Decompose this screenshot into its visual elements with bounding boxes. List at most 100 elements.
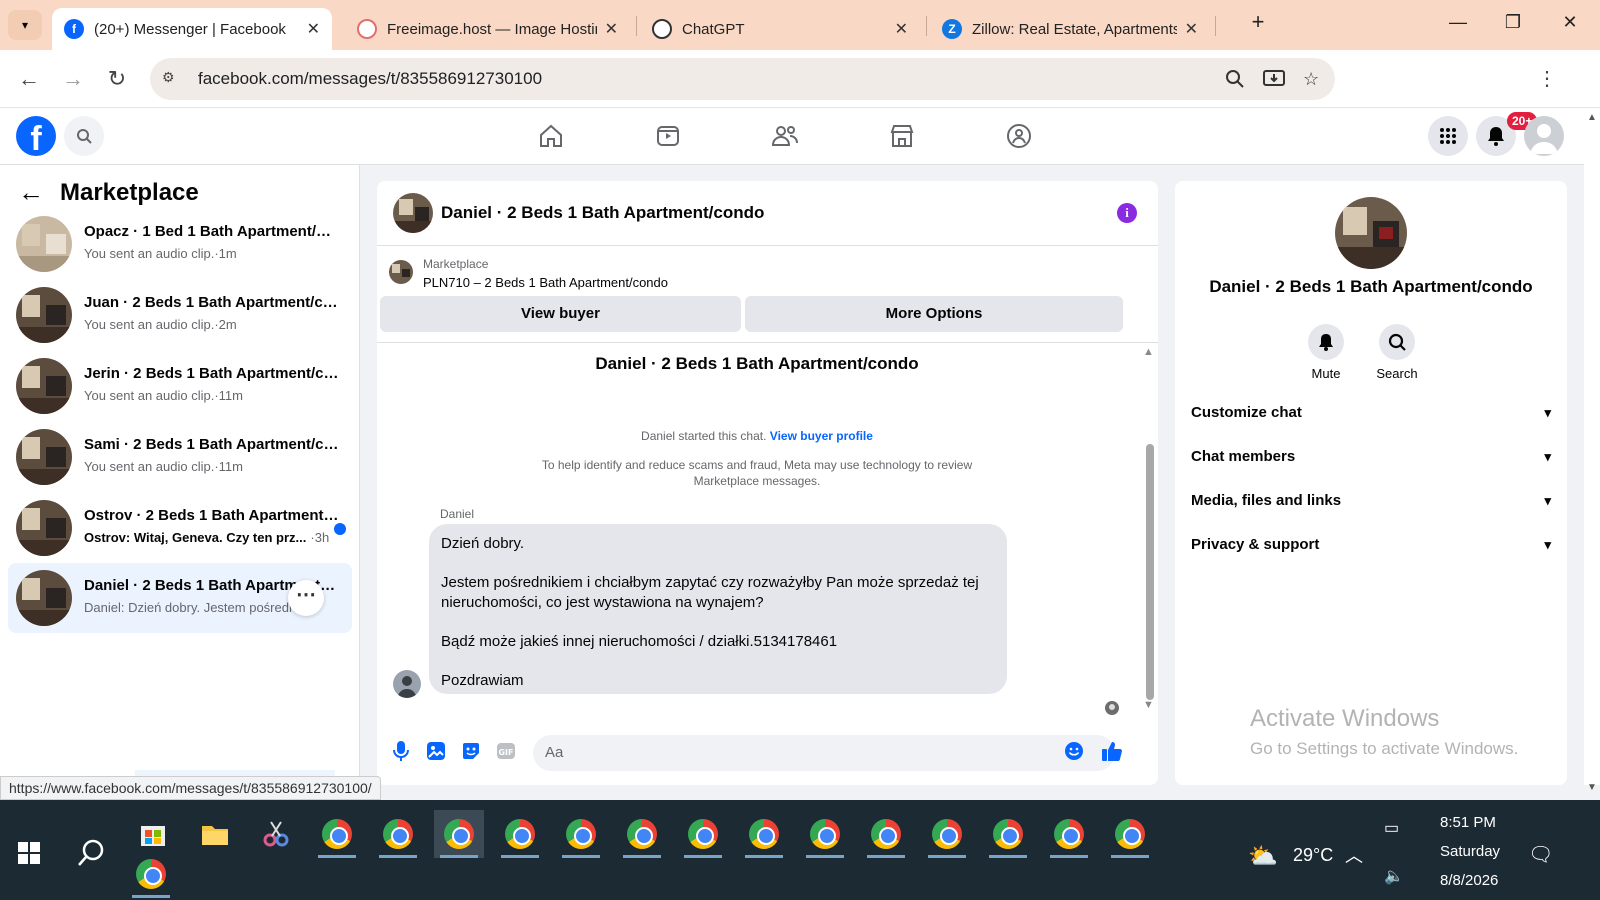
thumbs-up-icon[interactable] — [1100, 739, 1124, 763]
taskbar-search-icon[interactable] — [76, 838, 106, 868]
search-action[interactable]: Search — [1367, 324, 1427, 381]
tab-search-menu-button[interactable]: ▾ — [8, 10, 42, 40]
taskbar-chrome-window[interactable] — [922, 810, 972, 858]
view-buyer-profile-link[interactable]: View buyer profile — [770, 429, 873, 443]
install-app-icon[interactable] — [1263, 69, 1285, 94]
nav-video[interactable] — [648, 118, 688, 154]
tab-freeimage[interactable]: Freeimage.host — Image Hostin ✕ — [345, 8, 630, 50]
nav-marketplace[interactable] — [882, 118, 922, 154]
conversation-item[interactable]: Ostrov · 2 Beds 1 Bath Apartment/condo Os… — [8, 493, 352, 563]
scroll-up-icon[interactable]: ▲ — [1143, 346, 1154, 358]
close-tab-icon[interactable]: ✕ — [605, 19, 618, 39]
tab-messenger[interactable]: f (20+) Messenger | Facebook ✕ — [52, 8, 332, 50]
clock-time[interactable]: 8:51 PM — [1440, 814, 1496, 831]
media-files-links-section[interactable]: Media, files and links ▾ — [1191, 486, 1551, 516]
address-bar[interactable]: ⚙ facebook.com/messages/t/83558691273010… — [150, 58, 1335, 100]
taskbar-chrome-window[interactable] — [617, 810, 667, 858]
conversation-item[interactable]: Juan · 2 Beds 1 Bath Apartment/condo You … — [8, 280, 352, 350]
browser-menu-icon[interactable]: ⋮ — [1532, 64, 1562, 94]
chevron-up-icon[interactable]: ︿ — [1345, 842, 1363, 868]
message-bubble[interactable]: Dzień dobry. Jestem pośrednikiem i chcia… — [429, 524, 1007, 694]
scroll-up-icon[interactable]: ▲ — [1587, 112, 1597, 123]
notification-center-icon[interactable]: 🗨 — [1528, 842, 1553, 867]
customize-chat-section[interactable]: Customize chat ▾ — [1191, 398, 1551, 428]
info-icon[interactable]: i — [1117, 203, 1137, 223]
listing-title[interactable]: PLN710 – 2 Beds 1 Bath Apartment/condo — [423, 275, 668, 290]
site-info-icon[interactable]: ⚙ — [162, 69, 182, 89]
close-tab-icon[interactable]: ✕ — [307, 19, 320, 39]
facebook-search-button[interactable] — [64, 116, 104, 156]
taskbar-chrome-window[interactable] — [373, 810, 423, 858]
taskbar-chrome-window[interactable] — [678, 810, 728, 858]
view-buyer-button[interactable]: View buyer — [380, 296, 741, 332]
volume-icon[interactable]: 🔈 — [1384, 866, 1404, 886]
battery-icon[interactable]: ▭ — [1384, 818, 1399, 838]
close-window-icon[interactable]: ✕ — [1555, 12, 1585, 33]
taskbar-chrome-window[interactable] — [434, 810, 484, 858]
close-tab-icon[interactable]: ✕ — [895, 19, 908, 39]
more-options-icon[interactable]: ⋯ — [288, 580, 324, 616]
scroll-down-icon[interactable]: ▼ — [1143, 699, 1154, 711]
restore-window-icon[interactable]: ❐ — [1498, 12, 1528, 33]
conversation-item[interactable]: Sami · 2 Beds 1 Bath Apartment/condo You … — [8, 422, 352, 492]
taskbar-chrome-window[interactable] — [800, 810, 850, 858]
more-options-button[interactable]: More Options — [745, 296, 1123, 332]
windows-start-icon[interactable] — [18, 842, 40, 864]
chat-members-section[interactable]: Chat members ▾ — [1191, 442, 1551, 472]
back-arrow-icon[interactable]: ← — [18, 177, 44, 208]
chevron-down-icon: ▾ — [1544, 493, 1551, 508]
weather-temp[interactable]: 29°C — [1293, 845, 1333, 866]
mute-action[interactable]: Mute — [1296, 324, 1356, 381]
conversation-item[interactable]: Jerin · 2 Beds 1 Bath Apartment/condo You… — [8, 351, 352, 421]
scroll-down-icon[interactable]: ▼ — [1587, 782, 1597, 793]
taskbar-chrome-window[interactable] — [1044, 810, 1094, 858]
conversation-item[interactable]: Daniel · 2 Beds 1 Bath Apartment/condoDa… — [8, 563, 352, 633]
taskbar-chrome-window[interactable] — [556, 810, 606, 858]
taskbar-chrome-window[interactable] — [312, 810, 362, 858]
clock-day[interactable]: Saturday — [1440, 843, 1500, 860]
close-tab-icon[interactable]: ✕ — [1185, 19, 1198, 39]
conversation-item[interactable]: Opacz · 1 Bed 1 Bath Apartment/condo You … — [8, 209, 352, 279]
microphone-icon[interactable] — [389, 739, 413, 763]
preview-text: You sent an audio clip.·11m — [84, 459, 243, 474]
tab-chatgpt[interactable]: ChatGPT ✕ — [640, 8, 920, 50]
nav-home[interactable] — [531, 118, 571, 154]
facebook-logo[interactable]: f — [16, 116, 56, 156]
taskbar-chrome-window[interactable] — [739, 810, 789, 858]
chat-avatar[interactable] — [393, 193, 433, 233]
scroll-thumb[interactable] — [1146, 444, 1154, 700]
nav-groups[interactable] — [999, 118, 1039, 154]
chat-title[interactable]: Daniel · 2 Beds 1 Bath Apartment/condo — [441, 203, 764, 223]
gif-icon[interactable]: GIF — [494, 739, 518, 763]
profile-avatar[interactable] — [1335, 197, 1407, 269]
file-explorer-icon[interactable] — [190, 810, 240, 858]
taskbar-chrome-window[interactable] — [495, 810, 545, 858]
account-avatar[interactable] — [1524, 116, 1564, 156]
clock-date[interactable]: 8/8/2026 — [1440, 872, 1498, 889]
snipping-tool-icon[interactable] — [251, 810, 301, 858]
sender-avatar[interactable] — [393, 670, 421, 698]
zoom-icon[interactable] — [1225, 69, 1245, 94]
page-scrollbar[interactable]: ▲ ▼ — [1584, 108, 1600, 793]
menu-grid-button[interactable] — [1428, 116, 1468, 156]
bookmark-star-icon[interactable]: ☆ — [1303, 69, 1319, 90]
forward-arrow-icon[interactable]: → — [58, 64, 88, 94]
tab-zillow[interactable]: Z Zillow: Real Estate, Apartments, ✕ — [930, 8, 1210, 50]
taskbar-chrome-window[interactable] — [861, 810, 911, 858]
facebook-favicon-icon: f — [64, 19, 84, 39]
taskbar-chrome-window[interactable] — [983, 810, 1033, 858]
minimize-icon[interactable]: — — [1443, 12, 1473, 33]
taskbar-chrome-window[interactable] — [126, 850, 176, 898]
photo-icon[interactable] — [424, 739, 448, 763]
back-arrow-icon[interactable]: ← — [14, 64, 44, 94]
reload-icon[interactable]: ↻ — [102, 64, 132, 94]
sticker-icon[interactable] — [459, 739, 483, 763]
message-input[interactable]: Aa — [533, 735, 1115, 771]
new-tab-button[interactable]: + — [1243, 9, 1273, 35]
emoji-icon[interactable] — [1062, 739, 1086, 763]
weather-icon: ⛅ — [1248, 843, 1278, 870]
nav-friends[interactable] — [765, 118, 805, 154]
taskbar-chrome-window[interactable] — [1105, 810, 1155, 858]
thread-scrollbar[interactable]: ▲ ▼ — [1141, 344, 1155, 719]
privacy-support-section[interactable]: Privacy & support ▾ — [1191, 530, 1551, 560]
